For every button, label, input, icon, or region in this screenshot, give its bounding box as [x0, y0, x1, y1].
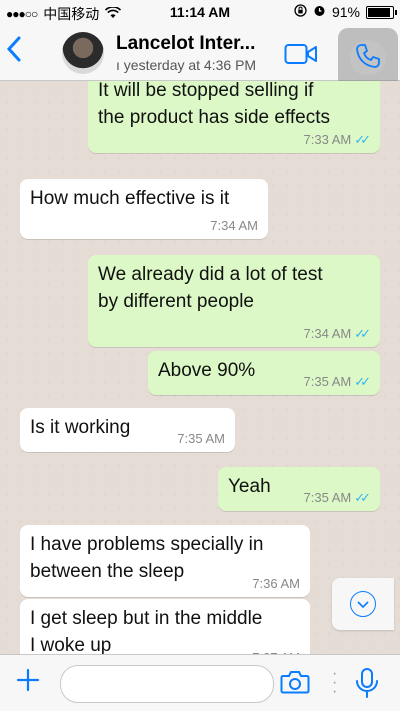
message-meta: 7:34 AM [210, 219, 258, 233]
last-seen-status: ı yesterday at 4:36 PM [116, 57, 257, 73]
outgoing-message[interactable]: We already did a lot of test by different… [88, 255, 380, 347]
message-meta: 7:35 AM [177, 432, 225, 446]
message-time: 7:34 AM [210, 218, 258, 233]
microphone-button[interactable] [354, 667, 380, 704]
message-input[interactable] [60, 665, 274, 703]
message-meta: 7:35 AM ✓✓ [304, 491, 371, 505]
message-text: It will be stopped selling if [98, 81, 314, 101]
message-meta: 7:33 AM ✓✓ [304, 133, 371, 147]
attach-plus-button[interactable] [16, 663, 40, 699]
message-time: 7:36 AM [252, 576, 300, 591]
message-time: 7:35 AM [177, 431, 225, 446]
message-time: 7:34 AM [303, 326, 352, 341]
incoming-message[interactable]: I get sleep but in the middleI woke up7:… [20, 599, 310, 654]
outgoing-message[interactable]: Yeah 7:35 AM ✓✓ [218, 467, 380, 511]
avatar[interactable] [62, 32, 104, 74]
contact-name[interactable]: Lancelot Inter... [116, 33, 255, 55]
outgoing-message[interactable]: Above 90% 7:35 AM ✓✓ [148, 351, 380, 395]
video-call-button[interactable] [284, 42, 318, 66]
camera-button[interactable] [280, 669, 310, 700]
back-button[interactable] [6, 36, 22, 68]
composer-bar: · · · [0, 654, 400, 711]
read-receipt-icon: ✓✓ [354, 490, 371, 505]
read-receipt-icon: ✓✓ [354, 374, 371, 389]
incoming-message[interactable]: How much effective is it 7:34 AM [20, 179, 268, 239]
chat-header: Lancelot Inter... ı yesterday at 4:36 PM [0, 26, 400, 88]
message-text: I have problems specially in [30, 534, 264, 555]
message-meta: 7:34 AM ✓✓ [304, 327, 371, 341]
message-time: 7:33 AM [303, 132, 352, 147]
battery-percent: 91% [331, 4, 360, 20]
message-text: by different people [98, 291, 254, 312]
status-bar: ●●●○○ 中国移动 11:14 AM 91% [0, 0, 400, 26]
message-meta: 7:36 AM [252, 577, 300, 591]
read-receipt-icon: ✓✓ [354, 132, 371, 147]
scroll-to-bottom-button[interactable] [332, 578, 394, 630]
battery-icon [366, 5, 397, 19]
message-text: I get sleep but in the middle [30, 608, 263, 629]
incoming-message[interactable]: I have problems specially in between the … [20, 525, 310, 597]
message-text: We already did a lot of test [98, 264, 323, 285]
chevron-down-icon [350, 591, 376, 617]
incoming-message[interactable]: Is it working 7:35 AM [20, 408, 235, 452]
message-text: How much effective is it [30, 188, 230, 209]
outgoing-message[interactable]: It will be stopped selling if the product… [88, 81, 380, 153]
divider-dots-icon: · · · [332, 665, 338, 700]
message-text: the product has side effects [98, 107, 331, 128]
voice-call-button[interactable] [338, 28, 398, 88]
read-receipt-icon: ✓✓ [354, 326, 371, 341]
alarm-icon [313, 4, 326, 20]
message-meta: 7:35 AM ✓✓ [304, 375, 371, 389]
rotation-lock-icon [294, 4, 307, 20]
message-list[interactable]: I get sleep but in the middleI woke up7:… [0, 81, 400, 654]
message-time: 7:35 AM [303, 374, 352, 389]
message-time: 7:35 AM [303, 490, 352, 505]
